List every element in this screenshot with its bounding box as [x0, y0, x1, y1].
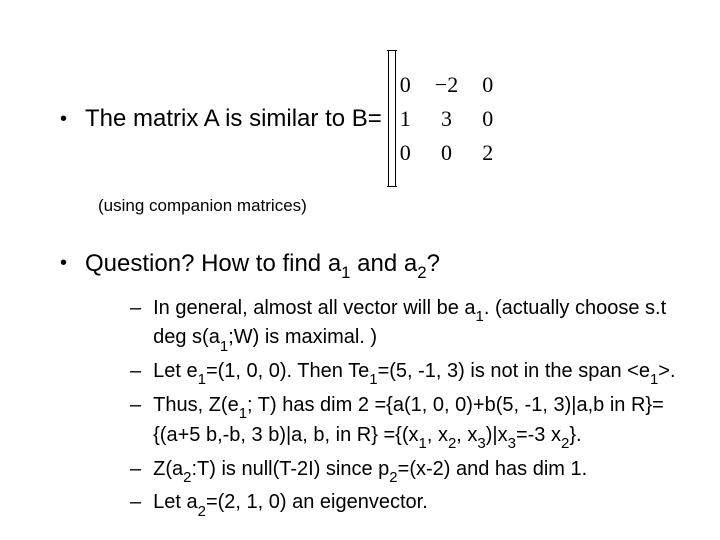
text-fragment: In general, almost all vector will be a: [153, 297, 475, 319]
bullet-dot-icon: •: [60, 253, 67, 273]
subscript: 1: [476, 308, 484, 325]
subscript: 1: [369, 371, 377, 388]
text-fragment: =(x-2) and has dim 1.: [398, 458, 588, 480]
text-fragment: =-3 x: [516, 424, 561, 446]
text-fragment: , x: [456, 424, 477, 446]
bullet-2-text: Question? How to find a1 and a2?: [85, 248, 440, 283]
text-fragment: }.: [569, 424, 581, 446]
dash-icon: –: [130, 489, 141, 519]
matrix-cell: 1: [388, 102, 423, 136]
matrix-cell: 0: [388, 68, 423, 102]
text-fragment: Let e: [153, 360, 197, 382]
matrix-cell: 0: [423, 136, 470, 170]
text-fragment: Question? How to find a: [85, 250, 341, 277]
subscript: 2: [448, 435, 456, 452]
bullet-dot-icon: •: [60, 109, 67, 129]
text-fragment: =(5, -1, 3) is not in the span <e: [378, 360, 650, 382]
dash-icon: –: [130, 358, 141, 388]
matrix-cell: 3: [423, 102, 470, 136]
list-item: – Let e1=(1, 0, 0). Then Te1=(5, -1, 3) …: [130, 358, 680, 388]
text-fragment: :T) is null(T-2I) since p: [191, 458, 389, 480]
bullet-1-text: The matrix A is similar to B=: [85, 103, 382, 134]
matrix-table: 0 −2 0 1 3 0 0 0 2: [388, 68, 505, 170]
subscript: 2: [198, 503, 206, 520]
dash-icon: –: [130, 456, 141, 486]
subscript: 2: [561, 435, 569, 452]
text-fragment: )|x: [486, 424, 508, 446]
nested-list: – In general, almost all vector will be …: [130, 295, 680, 520]
text-fragment: ?: [427, 250, 440, 277]
subscript: 1: [418, 435, 426, 452]
matrix-cell: 0: [470, 68, 505, 102]
subscript: 3: [477, 435, 485, 452]
text-fragment: and a: [351, 250, 418, 277]
text-fragment: Z(a: [153, 458, 183, 480]
list-item: – Let a2=(2, 1, 0) an eigenvector.: [130, 489, 680, 519]
subscript: 2: [417, 263, 426, 282]
dash-icon: –: [130, 392, 141, 452]
bullet-1: • The matrix A is similar to B= 0 −2 0 1…: [60, 50, 680, 188]
subscript: 1: [239, 405, 247, 422]
subscript: 3: [508, 435, 516, 452]
matrix-cell: 2: [470, 136, 505, 170]
text-fragment: ;W) is maximal. ): [228, 326, 377, 348]
list-item-text: In general, almost all vector will be a1…: [153, 295, 680, 355]
subscript: 2: [389, 469, 397, 486]
bullet-1-subtext: (using companion matrices): [98, 196, 680, 216]
matrix-cell: −2: [423, 68, 470, 102]
text-fragment: =(1, 0, 0). Then Te: [206, 360, 369, 382]
text-fragment: =(2, 1, 0) an eigenvector.: [206, 491, 428, 513]
matrix-B: 0 −2 0 1 3 0 0 0 2: [388, 50, 505, 188]
list-item: – In general, almost all vector will be …: [130, 295, 680, 355]
list-item-text: Z(a2:T) is null(T-2I) since p2=(x-2) and…: [153, 456, 680, 486]
matrix-cell: 0: [470, 102, 505, 136]
list-item-text: Let a2=(2, 1, 0) an eigenvector.: [153, 489, 680, 519]
bullet-2: • Question? How to find a1 and a2?: [60, 248, 680, 283]
dash-icon: –: [130, 295, 141, 355]
list-item-text: Let e1=(1, 0, 0). Then Te1=(5, -1, 3) is…: [153, 358, 680, 388]
subscript: 1: [650, 371, 658, 388]
text-fragment: Thus, Z(e: [153, 394, 239, 416]
text-fragment: >.: [658, 360, 675, 382]
text-fragment: , x: [427, 424, 448, 446]
subscript: 1: [220, 338, 228, 355]
list-item-text: Thus, Z(e1; T) has dim 2 ={a(1, 0, 0)+b(…: [153, 392, 680, 452]
matrix-cell: 0: [388, 136, 423, 170]
subscript: 2: [183, 469, 191, 486]
text-fragment: Let a: [153, 491, 197, 513]
subscript: 1: [341, 263, 350, 282]
list-item: – Z(a2:T) is null(T-2I) since p2=(x-2) a…: [130, 456, 680, 486]
list-item: – Thus, Z(e1; T) has dim 2 ={a(1, 0, 0)+…: [130, 392, 680, 452]
subscript: 1: [198, 371, 206, 388]
